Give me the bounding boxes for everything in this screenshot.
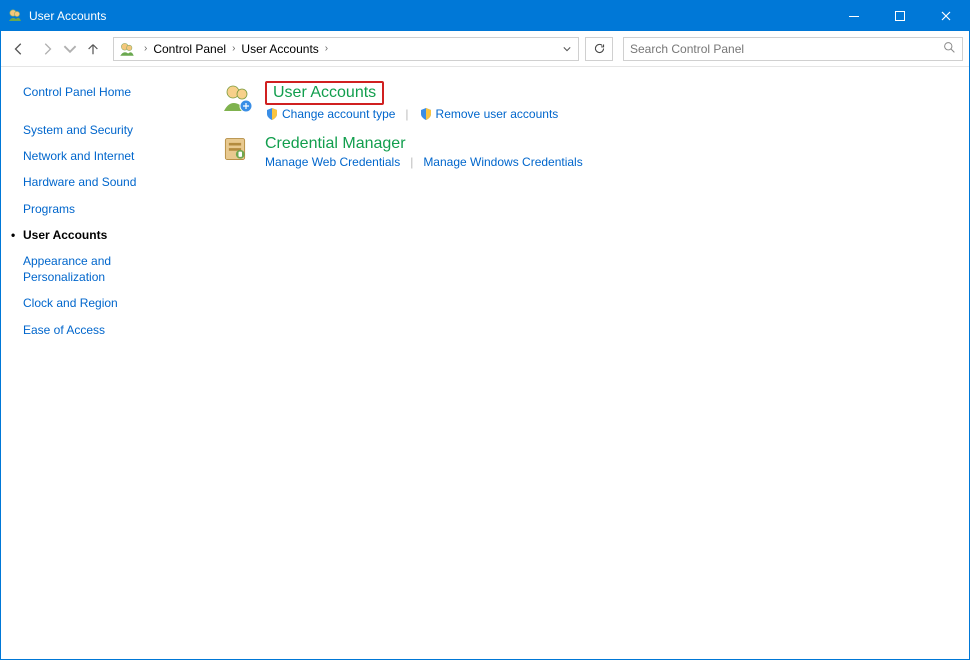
shield-icon (419, 107, 433, 121)
sidebar-item-network-internet[interactable]: Network and Internet (23, 143, 191, 169)
breadcrumb-segment[interactable]: User Accounts (239, 38, 320, 60)
search-box[interactable] (623, 37, 963, 61)
recent-locations-button[interactable] (63, 37, 77, 61)
body: Control Panel Home System and Security N… (1, 67, 969, 659)
breadcrumb-segment[interactable]: Control Panel (151, 38, 228, 60)
chevron-right-icon: › (228, 43, 239, 54)
sidebar-item-system-security[interactable]: System and Security (23, 117, 191, 143)
section-credential-manager: Credential Manager Manage Web Credential… (221, 135, 949, 169)
change-account-type-link[interactable]: Change account type (265, 107, 395, 121)
window-title: User Accounts (29, 9, 106, 23)
titlebar: User Accounts (1, 1, 969, 31)
search-icon (943, 41, 956, 57)
close-button[interactable] (923, 1, 969, 31)
sidebar-list: System and Security Network and Internet… (23, 117, 191, 343)
titlebar-icon (7, 7, 23, 26)
sidebar-item-appearance-personalization[interactable]: Appearance and Personalization (23, 248, 143, 290)
address-bar[interactable]: › Control Panel › User Accounts › (113, 37, 579, 61)
user-accounts-title[interactable]: User Accounts (265, 81, 384, 105)
up-button[interactable] (81, 37, 105, 61)
user-accounts-icon (221, 81, 253, 113)
separator: | (410, 155, 413, 169)
sidebar-item-clock-region[interactable]: Clock and Region (23, 290, 191, 316)
sidebar-item-ease-of-access[interactable]: Ease of Access (23, 317, 191, 343)
sidebar-item-user-accounts[interactable]: User Accounts (23, 222, 191, 248)
shield-icon (265, 107, 279, 121)
separator: | (405, 107, 408, 121)
chevron-right-icon: › (321, 43, 332, 54)
link-label: Change account type (282, 107, 395, 121)
remove-user-accounts-link[interactable]: Remove user accounts (419, 107, 559, 121)
sidebar-item-programs[interactable]: Programs (23, 196, 191, 222)
link-label: Manage Web Credentials (265, 155, 400, 169)
sidebar: Control Panel Home System and Security N… (1, 67, 201, 659)
credential-manager-title[interactable]: Credential Manager (265, 135, 406, 153)
maximize-button[interactable] (877, 1, 923, 31)
section-user-accounts: User Accounts Change account type | Remo… (221, 81, 949, 121)
refresh-button[interactable] (585, 37, 613, 61)
minimize-button[interactable] (831, 1, 877, 31)
manage-windows-credentials-link[interactable]: Manage Windows Credentials (423, 155, 582, 169)
control-panel-home-link[interactable]: Control Panel Home (23, 85, 191, 99)
content-pane: User Accounts Change account type | Remo… (201, 67, 969, 659)
credential-manager-icon (221, 135, 253, 167)
address-bar-icon (118, 40, 136, 58)
search-input[interactable] (630, 42, 943, 56)
link-label: Remove user accounts (436, 107, 559, 121)
forward-button[interactable] (35, 37, 59, 61)
manage-web-credentials-link[interactable]: Manage Web Credentials (265, 155, 400, 169)
navbar: › Control Panel › User Accounts › (1, 31, 969, 67)
chevron-right-icon: › (140, 43, 151, 54)
address-dropdown-button[interactable] (558, 38, 576, 60)
sidebar-item-hardware-sound[interactable]: Hardware and Sound (23, 169, 191, 195)
link-label: Manage Windows Credentials (423, 155, 582, 169)
back-button[interactable] (7, 37, 31, 61)
